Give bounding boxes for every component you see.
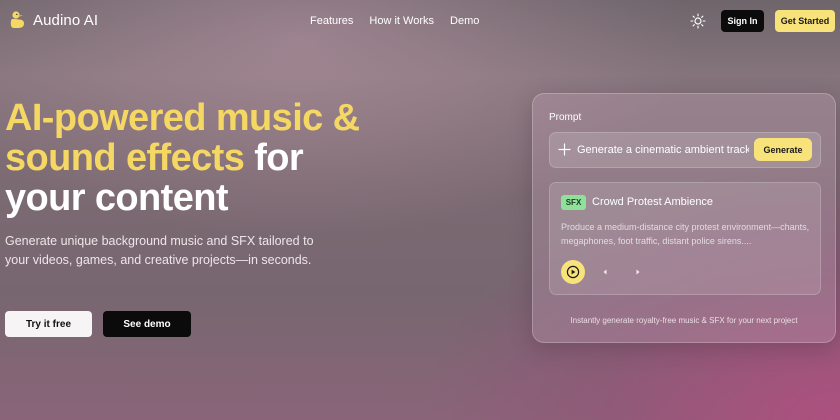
- brand[interactable]: Audino AI: [8, 10, 98, 30]
- plus-icon[interactable]: [558, 143, 571, 156]
- get-started-button[interactable]: Get Started: [775, 10, 835, 32]
- result-title: Crowd Protest Ambience: [592, 196, 714, 208]
- generate-button[interactable]: Generate: [754, 138, 812, 161]
- prompt-card: Prompt Generate SFX Crowd Protest Ambien…: [532, 93, 836, 343]
- sign-in-button[interactable]: Sign In: [721, 10, 764, 32]
- hero-title-white-2: your content: [5, 177, 229, 219]
- hero-title: AI-powered music & sound effects for your …: [5, 98, 425, 218]
- brand-name: Audino AI: [33, 11, 99, 29]
- prompt-input[interactable]: [577, 141, 749, 159]
- nav-link-how-it-works[interactable]: How it Works: [369, 15, 434, 27]
- card-footer-text: Instantly generate royalty-free music & …: [570, 316, 798, 325]
- result-description: Produce a medium-distance city protest e…: [561, 222, 810, 246]
- result-card: SFX Crowd Protest Ambience Produce a med…: [549, 182, 821, 295]
- play-icon: [566, 265, 580, 279]
- hero-title-highlight-1: AI-powered music &: [5, 97, 360, 139]
- top-nav: Audino AI Features How it Works Demo Sig…: [0, 0, 840, 42]
- hero-title-highlight-2: sound effects: [5, 137, 245, 179]
- prompt-box: Generate: [549, 132, 821, 168]
- nav-links: Features How it Works Demo: [310, 15, 479, 27]
- nav-link-features[interactable]: Features: [310, 15, 353, 27]
- sfx-badge: SFX: [561, 195, 586, 210]
- see-demo-button[interactable]: See demo: [103, 311, 191, 337]
- play-button[interactable]: [561, 260, 585, 284]
- previous-icon[interactable]: [600, 267, 610, 277]
- hero-title-white-1: for: [244, 137, 304, 179]
- hero-subtitle: Generate unique background music and SFX…: [5, 234, 314, 267]
- prompt-label: Prompt: [549, 112, 582, 123]
- try-it-free-button[interactable]: Try it free: [5, 311, 92, 337]
- next-icon[interactable]: [633, 267, 643, 277]
- nav-link-demo[interactable]: Demo: [450, 15, 479, 27]
- duck-logo-icon: [10, 11, 24, 28]
- sun-icon[interactable]: [690, 13, 706, 29]
